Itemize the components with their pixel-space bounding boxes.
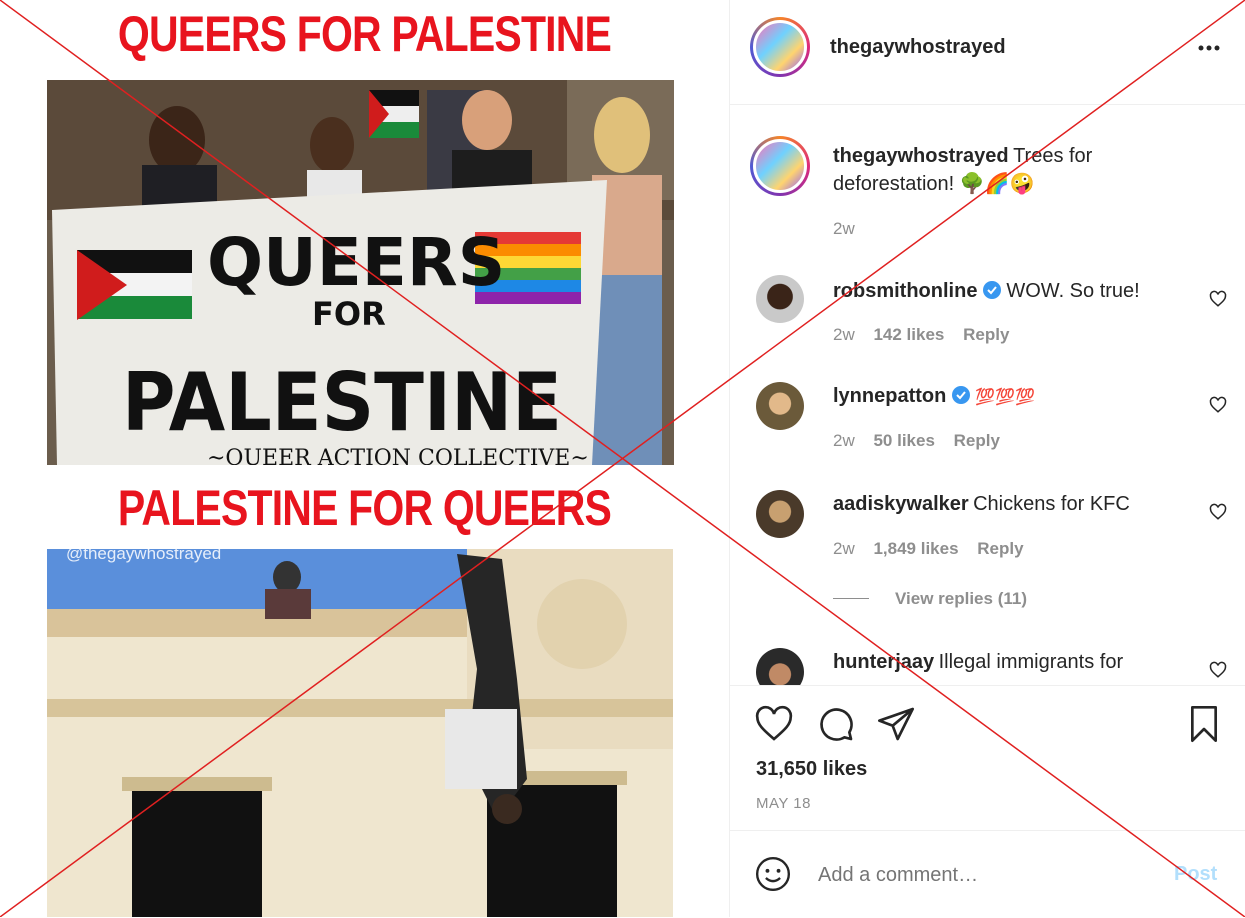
comment-like-heart-icon[interactable] <box>1209 290 1227 308</box>
comment-text: Illegal immigrants for <box>938 651 1124 673</box>
comment-text: 💯💯💯 <box>975 389 1036 406</box>
comment-like-heart-icon[interactable] <box>1209 503 1227 521</box>
like-heart-icon[interactable] <box>754 704 794 749</box>
comment-reply-button[interactable]: Reply <box>963 325 1009 344</box>
meme-title-top: QUEERS FOR PALESTINE <box>117 6 612 62</box>
protest-photo: QUEERS FOR PALESTINE ~QUEER ACTION COLLE… <box>47 80 674 465</box>
comment-text: Chickens for KFC <box>973 493 1130 515</box>
caption-time: 2w <box>833 219 855 238</box>
replies-divider <box>833 598 869 599</box>
comment-username[interactable]: aadiskywalker <box>833 493 969 515</box>
comment-reply-button[interactable]: Reply <box>977 539 1023 558</box>
comment-time: 2w <box>833 539 855 558</box>
caption: thegaywhostrayed Trees for deforestation… <box>833 143 1213 199</box>
caption-avatar[interactable] <box>750 136 810 196</box>
comment-like-heart-icon[interactable] <box>1209 661 1227 679</box>
meme-title-bottom: PALESTINE FOR QUEERS <box>117 480 612 536</box>
post-detail-panel: thegaywhostrayed thegaywhostrayed Trees … <box>729 0 1245 917</box>
comment-time: 2w <box>833 325 855 344</box>
author-username[interactable]: thegaywhostrayed <box>830 36 1006 59</box>
comment-input[interactable] <box>816 859 1150 891</box>
comment-username[interactable]: hunterjaay <box>833 651 934 673</box>
comment-item: hunterjaay Illegal immigrants for <box>730 640 1245 685</box>
comment-likes[interactable]: 50 likes <box>873 431 934 450</box>
post-comment-button[interactable]: Post <box>1174 863 1217 886</box>
banner-line-4: ~QUEER ACTION COLLECTIVE~ <box>207 446 589 465</box>
watermark: @thegaywhostrayed <box>66 544 222 563</box>
author-avatar[interactable] <box>750 17 810 77</box>
comment-username[interactable]: robsmithonline <box>833 280 977 302</box>
comment-bubble-icon[interactable] <box>816 704 856 749</box>
caption-username[interactable]: thegaywhostrayed <box>833 145 1009 167</box>
comment-likes[interactable]: 1,849 likes <box>873 539 958 558</box>
share-paper-plane-icon[interactable] <box>876 704 916 749</box>
verified-badge-icon <box>951 386 971 406</box>
likes-count[interactable]: 31,650 likes <box>756 758 867 781</box>
commenter-avatar[interactable] <box>756 382 804 430</box>
banner-line-2: FOR <box>312 295 386 333</box>
banner-line-1: QUEERS <box>207 224 505 301</box>
emoji-smiley-icon[interactable] <box>754 855 792 898</box>
verified-badge-icon <box>982 281 1002 301</box>
banner-line-3: PALESTINE <box>122 356 562 449</box>
post-image-panel: QUEERS FOR PALESTINE QUEERS FOR PALESTIN… <box>0 0 729 917</box>
commenter-avatar[interactable] <box>756 490 804 538</box>
commenter-avatar[interactable] <box>756 275 804 323</box>
save-bookmark-icon[interactable] <box>1186 704 1222 749</box>
comment-likes[interactable]: 142 likes <box>873 325 944 344</box>
post-actions: 31,650 likes MAY 18 <box>730 685 1245 831</box>
rooftop-photo <box>47 549 673 917</box>
comment-reply-button[interactable]: Reply <box>954 431 1000 450</box>
commenter-avatar[interactable] <box>756 648 804 685</box>
post-date: MAY 18 <box>756 795 811 812</box>
view-replies-button[interactable]: View replies (11) <box>895 589 1027 609</box>
post-header: thegaywhostrayed <box>730 0 1245 105</box>
comment-time: 2w <box>833 431 855 450</box>
comment-username[interactable]: lynnepatton <box>833 385 946 407</box>
comment-text: WOW. So true! <box>1006 280 1140 302</box>
more-horizontal-icon[interactable] <box>1196 36 1226 56</box>
comment-like-heart-icon[interactable] <box>1209 396 1227 414</box>
add-comment-bar: Post <box>730 830 1245 918</box>
